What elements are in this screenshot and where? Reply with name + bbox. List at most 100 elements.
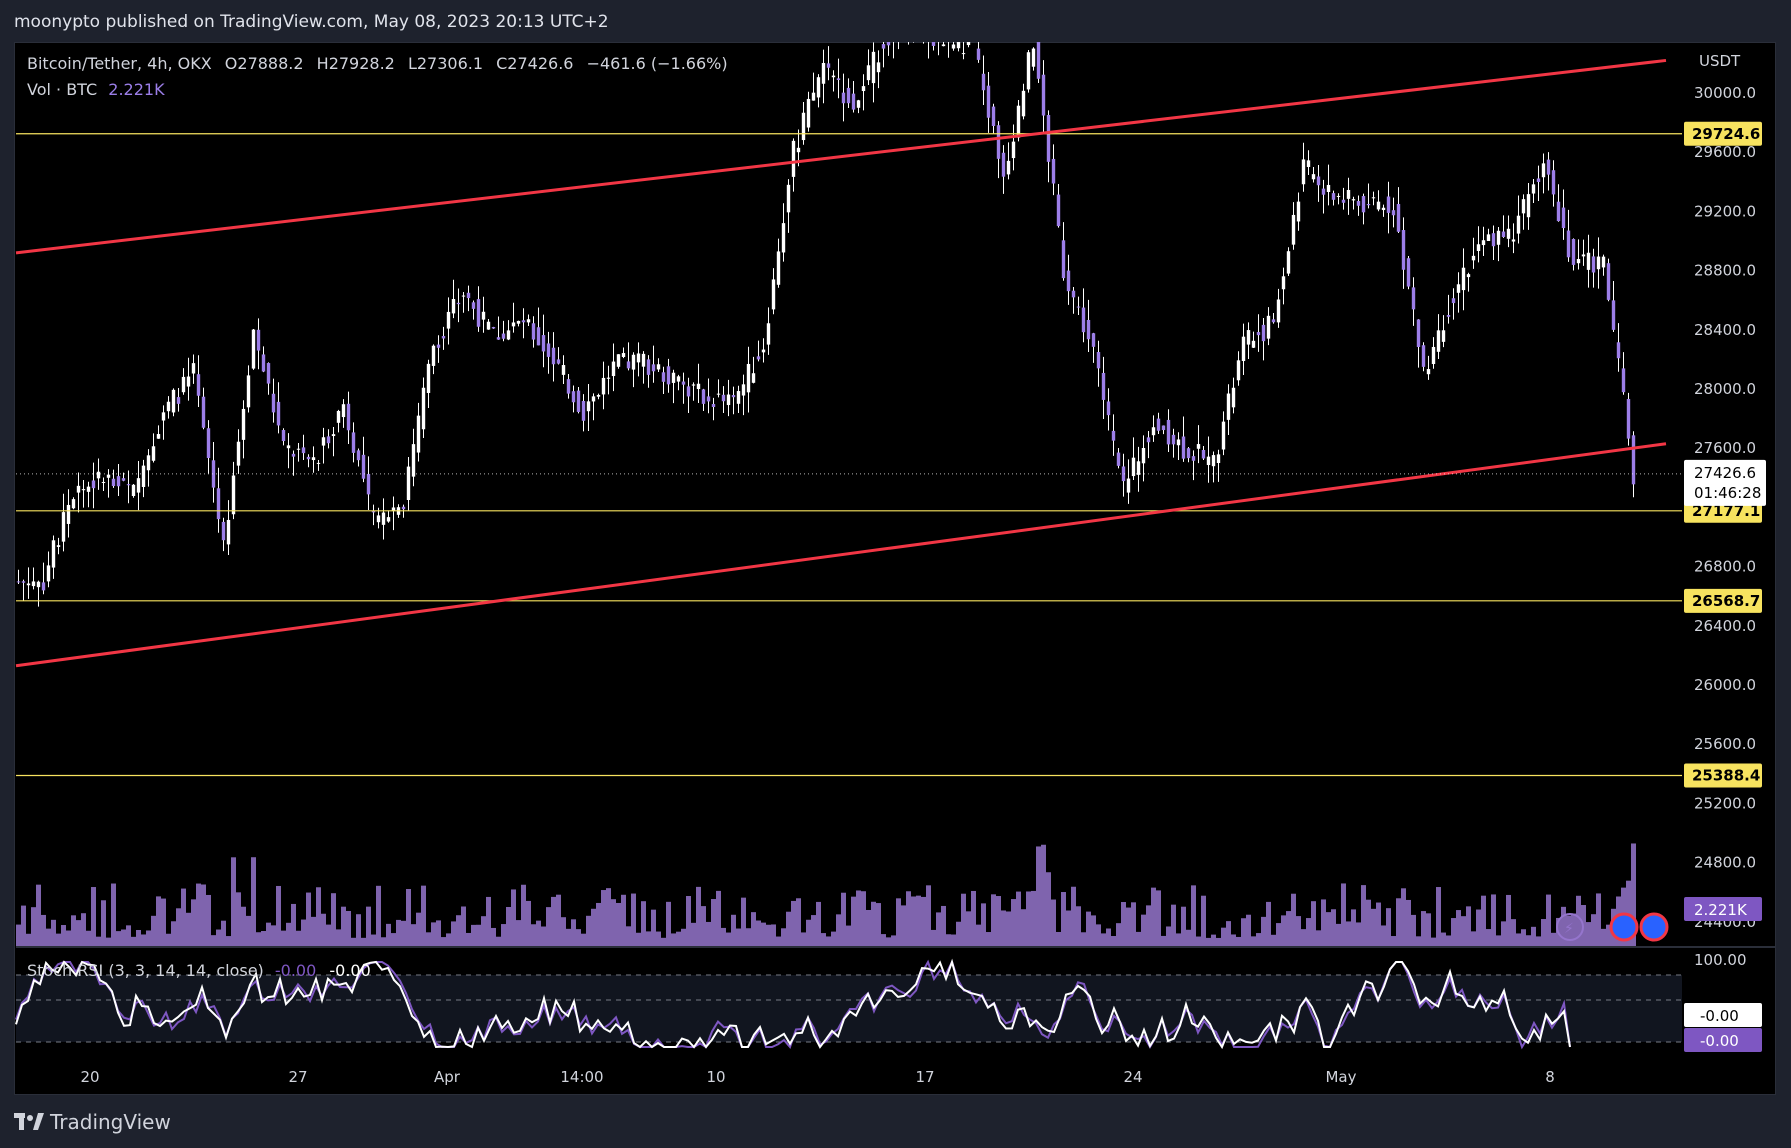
volume-bar bbox=[721, 927, 726, 948]
volume-bar bbox=[236, 892, 241, 948]
volume-bar bbox=[686, 896, 691, 948]
candle-body bbox=[311, 457, 316, 461]
volume-bar bbox=[911, 896, 916, 948]
volume-bar bbox=[1361, 885, 1366, 948]
candle-body bbox=[751, 373, 756, 383]
volume-bar bbox=[1511, 919, 1516, 948]
stoch-rsi-label[interactable]: Stoch RSI (3, 3, 14, 14, close) bbox=[27, 961, 264, 980]
candle-body bbox=[481, 311, 486, 320]
volume-bar bbox=[1451, 918, 1456, 948]
volume-bar bbox=[46, 928, 51, 948]
volume-bar bbox=[406, 889, 411, 948]
volume-bar bbox=[1421, 911, 1426, 948]
volume-bar bbox=[276, 885, 281, 948]
candle-body bbox=[861, 86, 866, 92]
volume-bar bbox=[396, 919, 401, 948]
level-price-tag-label: 25388.4 bbox=[1692, 767, 1760, 785]
candle-body bbox=[231, 475, 236, 515]
candle-body bbox=[606, 377, 611, 379]
volume-bar bbox=[581, 933, 586, 948]
candle-body bbox=[986, 85, 991, 118]
volume-bar bbox=[421, 885, 426, 948]
candle-body bbox=[1011, 141, 1016, 159]
candle-body bbox=[206, 428, 211, 458]
volume-bar bbox=[1481, 895, 1486, 948]
candle-body bbox=[1611, 300, 1616, 330]
volume-bar bbox=[766, 924, 771, 948]
candle-body bbox=[796, 147, 801, 153]
candle-body bbox=[811, 92, 816, 101]
volume-bar bbox=[346, 910, 351, 948]
volume-bar bbox=[111, 883, 116, 948]
volume-bar bbox=[1601, 928, 1606, 948]
volume-bar bbox=[861, 891, 866, 948]
candle-body bbox=[1266, 315, 1271, 339]
volume-bar bbox=[956, 921, 961, 948]
volume-bar bbox=[1506, 894, 1511, 948]
candle-body bbox=[376, 515, 381, 523]
us-flag-icon bbox=[1639, 912, 1669, 942]
volume-bar bbox=[1326, 912, 1331, 948]
volume-bar bbox=[366, 906, 371, 948]
candle-body bbox=[1231, 387, 1236, 408]
volume-bar bbox=[676, 931, 681, 948]
candle-body bbox=[281, 430, 286, 442]
candle-body bbox=[1546, 159, 1551, 175]
candle-body bbox=[902, 22, 905, 33]
candle-body bbox=[586, 401, 591, 412]
volume-bar bbox=[1211, 934, 1216, 948]
symbol-label[interactable]: Bitcoin/Tether, 4h, OKX bbox=[27, 54, 212, 73]
volume-bar bbox=[966, 911, 971, 948]
volume-bar bbox=[1086, 911, 1091, 948]
candle-body bbox=[516, 320, 521, 324]
candle-body bbox=[711, 404, 716, 408]
candle-body bbox=[1046, 115, 1051, 162]
candle-body bbox=[1161, 425, 1166, 431]
candle-body bbox=[1001, 152, 1006, 177]
volume-bar bbox=[456, 915, 461, 948]
candle-body bbox=[531, 323, 536, 340]
stoch-rsi-k-value: -0.00 bbox=[274, 961, 317, 980]
volume-bar bbox=[101, 900, 106, 948]
volume-bar bbox=[466, 932, 471, 948]
candle-body bbox=[1511, 239, 1516, 242]
volume-bar bbox=[926, 885, 931, 948]
candle-body bbox=[756, 356, 761, 360]
candle-body bbox=[31, 581, 36, 587]
candle-body bbox=[1506, 228, 1511, 239]
candle-body bbox=[1351, 199, 1356, 201]
candle-body bbox=[656, 364, 661, 370]
volume-bar bbox=[231, 857, 236, 948]
volume-bar bbox=[1131, 902, 1136, 948]
candle-body bbox=[1301, 159, 1306, 185]
volume-bar bbox=[1586, 922, 1591, 948]
volume-label[interactable]: Vol · BTC bbox=[27, 80, 97, 99]
volume-bar bbox=[201, 884, 206, 948]
volume-bar bbox=[1071, 886, 1076, 948]
candle-body bbox=[141, 465, 146, 487]
candle-body bbox=[716, 393, 721, 395]
candle-body bbox=[1211, 455, 1216, 467]
volume-bar bbox=[151, 915, 156, 948]
candle-body bbox=[1136, 461, 1141, 475]
level-price-tag-label: 29724.6 bbox=[1692, 125, 1760, 143]
volume-histogram bbox=[16, 843, 1636, 948]
volume-bar bbox=[836, 914, 841, 948]
candle-body bbox=[972, 39, 975, 40]
price-axis-unit: USDT bbox=[1699, 52, 1741, 70]
volume-legend: Vol · BTC 2.221K bbox=[27, 80, 165, 99]
candle-body bbox=[461, 295, 466, 297]
volume-bar bbox=[221, 920, 226, 948]
candle-body bbox=[581, 400, 586, 421]
volume-bar bbox=[811, 915, 816, 948]
volume-bar bbox=[951, 934, 956, 948]
candle-body bbox=[1466, 274, 1471, 278]
candle-body bbox=[961, 53, 966, 55]
candle-body bbox=[621, 353, 626, 357]
volume-bar bbox=[1406, 899, 1411, 948]
volume-bar bbox=[1486, 929, 1491, 948]
candle-body bbox=[596, 394, 601, 397]
ohlc-open: O27888.2 bbox=[224, 54, 304, 73]
tradingview-logo[interactable]: TradingView bbox=[14, 1109, 171, 1135]
volume-bar bbox=[1456, 910, 1461, 948]
